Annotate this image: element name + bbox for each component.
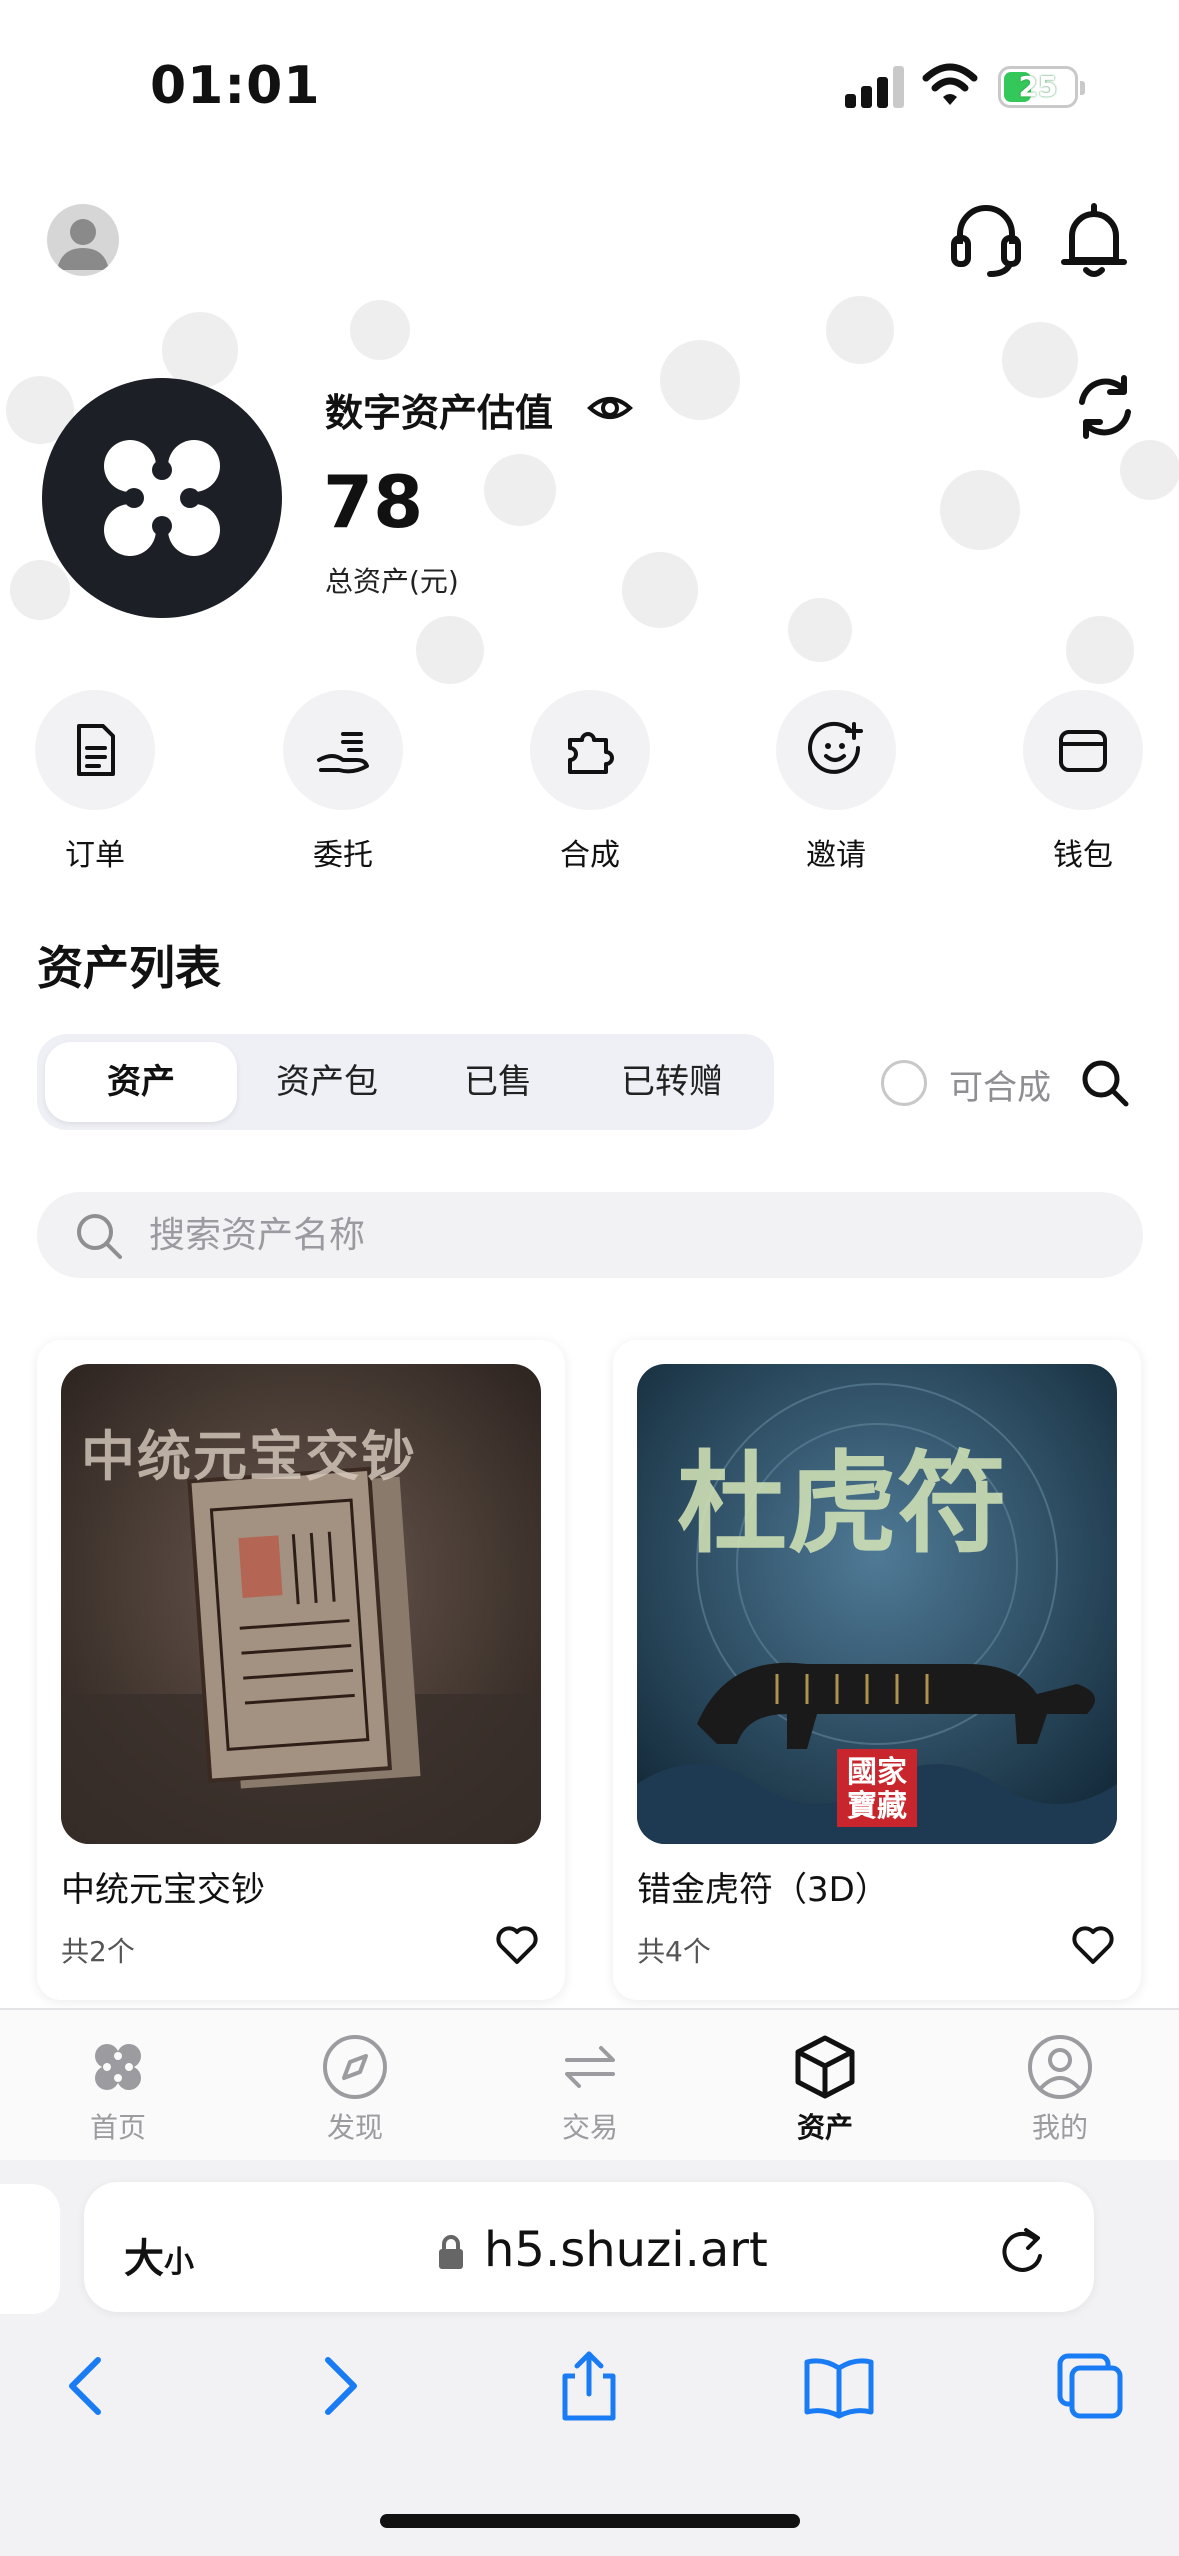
box-icon [795,2035,855,2099]
home-logo-icon [95,2044,141,2090]
headset-icon[interactable] [950,200,1022,280]
search-icon[interactable] [1080,1058,1130,1108]
user-avatar-icon[interactable] [47,204,119,276]
address-bar[interactable]: 大小 h5.shuzi.art [84,2182,1094,2312]
tab-assets-nav[interactable]: 资产 [755,2032,895,2146]
tab-trade[interactable]: 交易 [520,2032,660,2146]
reload-icon[interactable] [996,2222,1048,2278]
quick-action-label: 委托 [313,838,373,873]
bottom-tab-bar: 首页 发现 交易 资产 我的 [0,2008,1179,2160]
quick-action-label: 邀请 [806,838,866,873]
tab-label: 交易 [561,2111,618,2144]
asset-image-tiger-tally: 杜虎符 國家寶藏 [637,1364,1117,1844]
compass-icon [323,2035,387,2099]
heart-icon[interactable] [495,1924,539,1966]
tab-label: 资产 [796,2111,853,2144]
wallet-icon [1059,730,1107,772]
tab-label: 我的 [1031,2111,1088,2144]
asset-count: 共4个 [637,1935,711,1968]
quick-action-entrust[interactable]: 委托 [278,690,408,874]
tab-profile[interactable]: 我的 [990,2032,1130,2146]
tab-home[interactable]: 首页 [48,2032,188,2146]
bell-icon[interactable] [1058,200,1130,280]
valuation-value: 78 [323,460,424,544]
heart-icon[interactable] [1071,1924,1115,1966]
asset-card[interactable]: 中统元宝交钞 中统元宝交钞 共2个 [37,1340,565,2000]
url-text[interactable]: h5.shuzi.art [484,2222,768,2278]
asset-search-input[interactable] [149,1192,1049,1278]
quick-action-wallet[interactable]: 钱包 [1018,690,1148,874]
brand-logo-icon [42,378,282,618]
text-size-large: 大 [124,2236,164,2282]
battery-level: 25 [1018,70,1058,103]
asset-tabs: 资产 资产包 已售 已转赠 [37,1034,774,1130]
seal-stamp: 國家寶藏 [847,1755,907,1824]
hand-coin-icon [317,732,369,774]
bookmarks-icon[interactable] [799,2346,879,2426]
quick-action-label: 钱包 [1053,838,1113,873]
profile-icon [1028,2035,1092,2099]
asset-image-banknote: 中统元宝交钞 [61,1364,541,1844]
text-size-small: 小 [164,2245,194,2280]
asset-name: 错金虎符（3D） [637,1870,889,1910]
eye-icon[interactable] [587,388,633,428]
lock-icon [439,2235,463,2269]
asset-list-title: 资产列表 [37,941,221,995]
asset-card[interactable]: 杜虎符 國家寶藏 错金虎符（3D） 共4个 [613,1340,1141,2000]
tab-transferred[interactable]: 已转赠 [582,1042,762,1122]
exchange-arrows-icon [565,2046,615,2088]
asset-search-bar[interactable] [37,1192,1143,1278]
quick-action-synthesize[interactable]: 合成 [525,690,655,874]
document-icon [77,724,115,776]
asset-count: 共2个 [61,1935,135,1968]
browser-toolbar: 大小 h5.shuzi.art [0,2160,1179,2556]
share-icon[interactable] [549,2346,629,2426]
quick-action-label: 订单 [65,838,125,873]
battery-icon: 25 [998,66,1085,108]
search-icon [77,1214,122,1259]
combinable-radio[interactable] [881,1060,927,1106]
asset-image-caption: 中统元宝交钞 [81,1425,417,1488]
tab-label: 发现 [326,2111,383,2144]
tab-asset-packs[interactable]: 资产包 [242,1042,412,1122]
tab-label: 首页 [89,2111,146,2144]
combinable-label[interactable]: 可合成 [949,1060,1051,1109]
valuation-subtitle: 总资产(元) [325,565,459,598]
tabs-icon[interactable] [1050,2346,1130,2426]
text-size-button[interactable]: 大小 [124,2226,194,2284]
wifi-icon [922,63,978,105]
status-bar: 01:01 25 [0,0,1179,160]
asset-image-caption: 杜虎符 [677,1440,1007,1568]
back-icon[interactable] [46,2346,126,2426]
tab-assets[interactable]: 资产 [45,1042,237,1122]
status-time: 01:01 [150,56,321,116]
previous-tab-preview[interactable] [0,2184,60,2314]
home-indicator [380,2514,800,2528]
smile-plus-icon [808,721,863,774]
valuation-label: 数字资产估值 [325,391,554,435]
puzzle-icon [568,732,614,774]
tab-sold[interactable]: 已售 [420,1042,576,1122]
quick-action-label: 合成 [560,838,620,873]
quick-action-invite[interactable]: 邀请 [771,690,901,874]
cellular-signal-icon [845,66,905,108]
asset-name: 中统元宝交钞 [61,1870,265,1910]
quick-action-orders[interactable]: 订单 [30,690,160,874]
refresh-icon[interactable] [1072,372,1138,442]
forward-icon[interactable] [300,2346,380,2426]
tab-discover[interactable]: 发现 [285,2032,425,2146]
